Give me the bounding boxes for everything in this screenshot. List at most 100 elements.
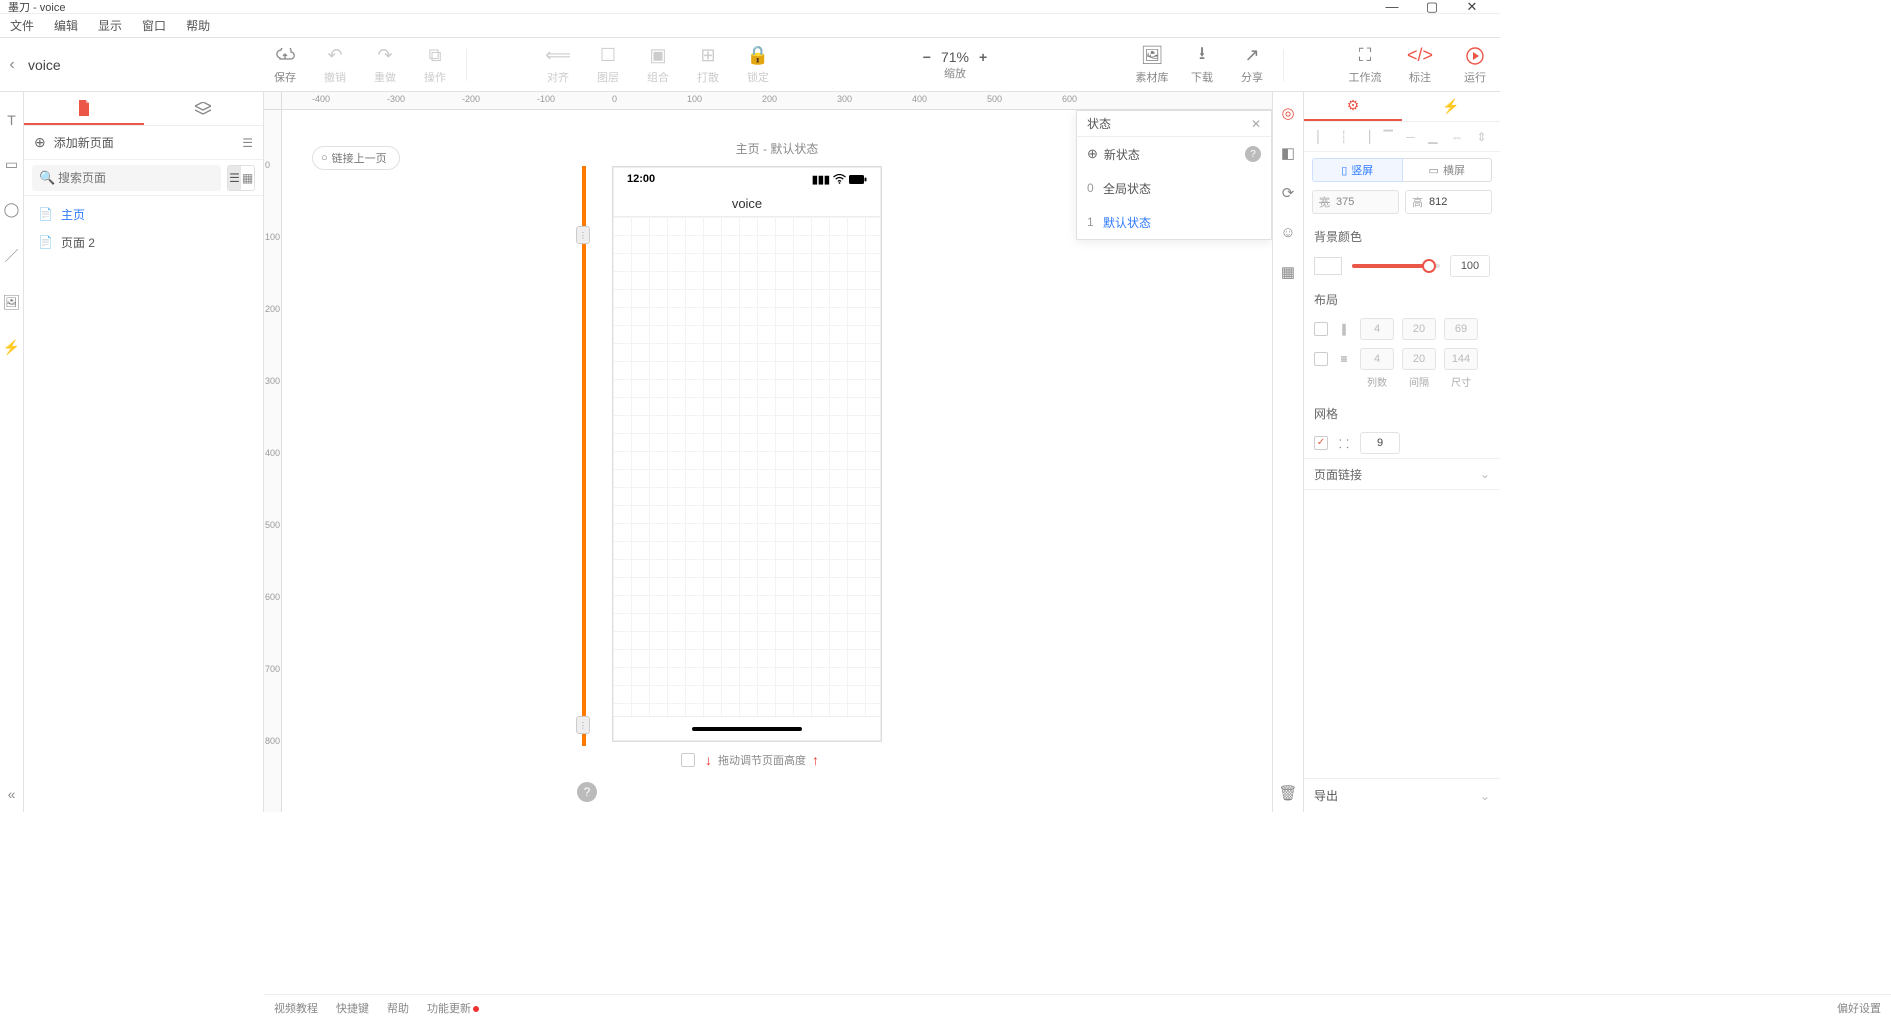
help-icon[interactable]: ? [1245,146,1261,162]
tool-line[interactable]: ／ [5,246,19,266]
assets-button[interactable]: 🖼 素材库 [1127,45,1177,85]
window-minimize[interactable]: — [1372,0,1412,14]
align-top-icon[interactable]: ▔ [1384,130,1393,144]
redo-button[interactable]: ↷ 重做 [360,45,410,85]
align-button[interactable]: ⟸ 对齐 [533,45,583,85]
auto-height-checkbox[interactable] [681,753,695,767]
layer-button[interactable]: ☐ 图层 [583,45,633,85]
zoom-value[interactable]: 71% [941,49,969,65]
back-button[interactable]: ‹ [0,56,24,74]
cube-tool[interactable]: ◧ [1281,144,1295,162]
cols-gap[interactable]: 20 [1402,318,1436,340]
share-button[interactable]: ↗ 分享 [1227,45,1277,85]
pages-settings-icon[interactable]: ☰ [242,136,253,150]
footer-help[interactable]: 帮助 [387,1000,409,1016]
height-handle-bottom[interactable]: ⋮ [576,716,590,734]
download-button[interactable]: ⭳ 下载 [1177,45,1227,85]
group-button[interactable]: ▣ 组合 [633,45,683,85]
footer-video[interactable]: 视频教程 [274,1000,318,1016]
device-canvas[interactable] [613,217,881,717]
grid-tool[interactable]: ▦ [1281,263,1295,281]
lock-button[interactable]: 🔒 锁定 [733,45,783,85]
rows-gap[interactable]: 20 [1402,348,1436,370]
window-close[interactable]: ✕ [1452,0,1492,15]
orientation-landscape[interactable]: ▭ 横屏 [1403,158,1493,182]
save-button[interactable]: 保存 [260,45,310,85]
operate-button[interactable]: ⧉ 操作 [410,45,460,85]
opacity-value[interactable]: 100 [1450,255,1490,277]
menu-view[interactable]: 显示 [88,17,132,34]
tool-oval[interactable]: ◯ [4,201,20,218]
states-title: 状态 [1087,115,1111,132]
window-maximize[interactable]: ▢ [1412,0,1452,15]
states-close[interactable]: ✕ [1251,117,1261,131]
props-tab-settings[interactable]: ⚙ [1304,92,1402,121]
ungroup-button[interactable]: ⊞ 打散 [683,45,733,85]
tool-image[interactable]: 🖼 [3,294,21,311]
undo-button[interactable]: ↶ 撤销 [310,45,360,85]
device-frame[interactable]: 12:00 ▮▮▮ voice [612,166,882,742]
height-field[interactable]: 高 812 [1405,190,1492,214]
cols-checkbox[interactable] [1314,322,1328,336]
menu-window[interactable]: 窗口 [132,17,176,34]
page-link-row[interactable]: 页面链接 ⌄ [1304,458,1500,490]
tool-component[interactable]: ⚡ [3,339,20,356]
drag-height-hint[interactable]: ↓ 拖动调节页面高度 ↑ [612,752,888,768]
tool-text[interactable]: T [7,112,16,128]
new-state-button[interactable]: ⊕ 新状态 ? [1077,137,1271,171]
workflow-button[interactable]: ⛶ 工作流 [1340,45,1390,85]
height-handle-top[interactable]: ⋮ [576,226,590,244]
menu-edit[interactable]: 编辑 [44,17,88,34]
view-grid[interactable]: ▦ [241,166,254,190]
align-hcenter-icon[interactable]: ┆ [1340,130,1347,144]
refresh-tool[interactable]: ⟳ [1282,184,1295,202]
smiley-tool[interactable]: ☺ [1280,224,1295,241]
grid-size[interactable]: 9 [1360,432,1400,454]
trash-button[interactable]: 🗑 [1278,784,1297,802]
pages-tab-pages[interactable] [24,92,144,125]
tool-rect[interactable]: ▭ [5,156,18,173]
page-item-home[interactable]: 📄 主页 [24,200,263,228]
ruler-vertical[interactable]: 0 100 200 300 400 500 600 700 800 [264,110,282,812]
view-list[interactable]: ☰ [228,166,241,190]
align-bottom-icon[interactable]: ▁ [1428,130,1437,144]
align-left-icon[interactable]: ▏ [1317,130,1326,144]
cols-count[interactable]: 4 [1360,318,1394,340]
footer-updates[interactable]: 功能更新 [427,1000,479,1016]
footer-shortcut[interactable]: 快捷键 [336,1000,369,1016]
rows-count[interactable]: 4 [1360,348,1394,370]
add-page-button[interactable]: ⊕ 添加新页面 ☰ [24,126,263,160]
page-item-page2[interactable]: 📄 页面 2 [24,228,263,256]
ruler-horizontal[interactable]: -400 -300 -200 -100 0 100 200 300 400 50… [282,92,1272,110]
state-global[interactable]: 0 全局状态 [1077,171,1271,205]
state-default[interactable]: 1 默认状态 [1077,205,1271,239]
opacity-slider[interactable] [1352,264,1440,268]
rows-checkbox[interactable] [1314,352,1328,366]
help-button[interactable]: ? [577,782,597,802]
target-tool[interactable]: ◎ [1281,104,1294,122]
collapse-left[interactable]: « [8,786,16,802]
project-name[interactable]: voice [24,57,260,73]
menu-file[interactable]: 文件 [0,17,44,34]
run-button[interactable]: 运行 [1450,45,1500,85]
footer-prefs[interactable]: 偏好设置 [1837,1000,1881,1016]
link-previous-page[interactable]: ○ 链接上一页 [312,146,400,170]
align-vcenter-icon[interactable]: ─ [1406,130,1415,144]
align-right-icon[interactable]: ▕ [1361,130,1370,144]
grid-checkbox[interactable] [1314,436,1328,450]
menu-help[interactable]: 帮助 [176,17,220,34]
canvas-stage[interactable]: ○ 链接上一页 主页 - 默认状态 71% ⋮ ⋮ 12:00 ▮▮▮ [282,110,1272,812]
dist-v-icon[interactable]: ⇕ [1476,130,1486,144]
rows-size[interactable]: 144 [1444,348,1478,370]
annotate-button[interactable]: </> 标注 [1390,45,1450,85]
export-button[interactable]: 导出 ⌄ [1304,778,1500,812]
bg-color-swatch[interactable] [1314,257,1342,275]
zoom-out[interactable]: − [923,49,931,65]
pages-search-input[interactable] [32,165,221,191]
cols-size[interactable]: 69 [1444,318,1478,340]
props-tab-actions[interactable]: ⚡ [1402,92,1500,121]
orientation-portrait[interactable]: ▯ 竖屏 [1312,158,1403,182]
dist-h-icon[interactable]: ⇔ [1451,130,1463,144]
zoom-in[interactable]: + [979,49,987,65]
pages-tab-layers[interactable] [144,92,264,125]
